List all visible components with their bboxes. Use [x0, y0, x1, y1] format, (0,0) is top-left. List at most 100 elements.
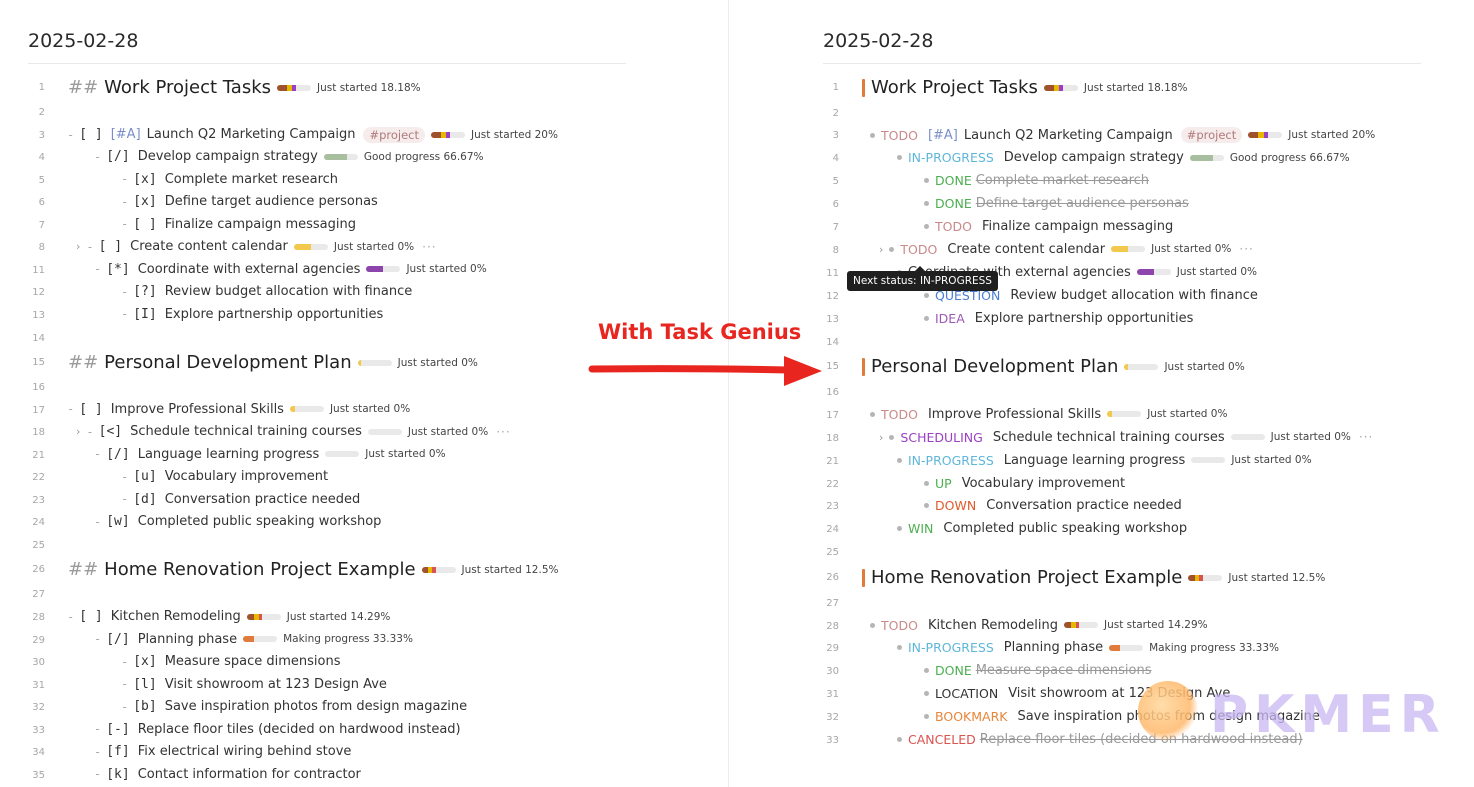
line-number: 31 — [826, 689, 839, 701]
task-checkbox[interactable]: [<] — [99, 424, 122, 439]
task-status-marker[interactable]: IN-PROGRESS — [908, 150, 994, 165]
task-checkbox[interactable]: [k] — [106, 767, 129, 782]
chevron-right-icon[interactable]: › — [879, 431, 883, 444]
task-checkbox[interactable]: [f] — [106, 744, 129, 759]
task-status-marker[interactable]: DOWN — [935, 498, 976, 513]
task-checkbox[interactable]: [-] — [106, 722, 129, 737]
task-status-marker[interactable]: TODO — [900, 242, 937, 257]
task-status-marker[interactable]: BOOKMARK — [935, 709, 1007, 724]
task-row[interactable]: DONE Complete market research — [924, 173, 1149, 188]
task-checkbox[interactable]: [ ] — [133, 217, 156, 232]
task-checkbox[interactable]: [d] — [133, 492, 156, 507]
title-divider — [28, 63, 626, 64]
task-checkbox[interactable]: [u] — [133, 469, 156, 484]
task-row[interactable]: - [x] Complete market research — [121, 172, 338, 187]
task-row[interactable]: WIN Completed public speaking workshop — [897, 521, 1187, 536]
task-row[interactable]: › - [<] Schedule technical training courses… — [76, 424, 511, 439]
task-checkbox[interactable]: [x] — [133, 654, 156, 669]
task-checkbox[interactable]: [l] — [133, 677, 156, 692]
task-row[interactable]: - [I] Explore partnership opportunities — [121, 307, 383, 322]
task-text: Conversation practice needed — [986, 498, 1182, 514]
task-row[interactable]: -[ ] Kitchen Remodeling Just started 14.29… — [67, 609, 390, 624]
task-row[interactable]: - [/] Planning phase Making progress 33.33% — [94, 632, 413, 647]
task-status-marker[interactable]: TODO — [881, 618, 918, 633]
task-row[interactable]: - [x] Define target audience personas — [121, 194, 378, 209]
task-checkbox[interactable]: [/] — [106, 447, 129, 462]
task-checkbox[interactable]: [?] — [133, 284, 156, 299]
task-status-marker[interactable]: DONE — [935, 663, 972, 678]
task-row[interactable]: - [-] Replace floor tiles (decided on hard… — [94, 722, 461, 737]
task-checkbox[interactable]: [b] — [133, 699, 156, 714]
task-checkbox[interactable]: [w] — [106, 514, 129, 529]
task-row[interactable]: IN-PROGRESS Language learning progress Jus… — [897, 453, 1312, 468]
task-row[interactable]: -[ ] [#A] Launch Q2 Marketing Campaign #pro… — [67, 126, 558, 143]
more-options-icon[interactable]: ··· — [1359, 430, 1373, 444]
task-status-marker[interactable]: SCHEDULING — [900, 430, 982, 445]
tag-pill[interactable]: #project — [1180, 127, 1243, 144]
task-row[interactable]: TODO [#A] Launch Q2 Marketing Campaign #pro… — [870, 127, 1375, 144]
task-checkbox[interactable]: [ ] — [79, 127, 102, 142]
chevron-right-icon[interactable]: › — [76, 240, 80, 253]
task-row[interactable]: › -[ ] Create content calendar Just started… — [76, 239, 437, 254]
task-status-marker[interactable]: TODO — [935, 219, 972, 234]
task-row[interactable]: - [w] Completed public speaking workshop — [94, 514, 381, 529]
task-status-marker[interactable]: TODO — [881, 128, 918, 143]
task-row[interactable]: - [*] Coordinate with external agencies Jus… — [94, 262, 487, 277]
task-row[interactable]: IDEA Explore partnership opportunities — [924, 311, 1193, 326]
task-row[interactable]: -[ ] Improve Professional Skills Just star… — [67, 402, 410, 417]
task-status-marker[interactable]: LOCATION — [935, 686, 998, 701]
task-row[interactable]: DOWN Conversation practice needed — [924, 498, 1182, 513]
task-row[interactable]: - [?] Review budget allocation with financ… — [121, 284, 412, 299]
task-status-marker[interactable]: IN-PROGRESS — [908, 453, 994, 468]
task-row[interactable]: - [l] Visit showroom at 123 Design Ave — [121, 677, 387, 692]
task-row[interactable]: TODO Kitchen Remodeling Just started 14.29… — [870, 618, 1208, 633]
task-status-marker[interactable]: UP — [935, 476, 952, 491]
task-checkbox[interactable]: [I] — [133, 307, 156, 322]
task-status-marker[interactable]: IN-PROGRESS — [908, 640, 994, 655]
line-number: 16 — [32, 382, 45, 394]
tag-pill[interactable]: #project — [363, 126, 426, 143]
task-row[interactable]: IN-PROGRESS Develop campaign strategy Good… — [897, 150, 1350, 165]
task-row[interactable]: › SCHEDULING Schedule technical training c… — [879, 430, 1373, 445]
task-row[interactable]: - [k] Contact information for contractor — [94, 767, 361, 782]
task-text: Kitchen Remodeling — [927, 617, 1058, 633]
more-options-icon[interactable]: ··· — [496, 425, 510, 439]
task-status-marker[interactable]: CANCELED — [908, 732, 976, 747]
task-row[interactable]: - [/] Language learning progress Just start… — [94, 447, 446, 462]
editor-pane-plain[interactable]: 2025-02-28 1 ## Work Project Tasks Just sta… — [0, 0, 728, 787]
task-checkbox[interactable]: [/] — [106, 149, 129, 164]
task-row[interactable]: - [u] Vocabulary improvement — [121, 469, 328, 484]
task-row[interactable]: DONE Define target audience personas — [924, 196, 1189, 211]
task-row[interactable]: - [/] Develop campaign strategy Good progre… — [94, 149, 484, 164]
task-status-marker[interactable]: IDEA — [935, 311, 965, 326]
editor-pane-task-genius[interactable]: 2025-02-28 1 Work Project Tasks Just start… — [729, 0, 1474, 787]
chevron-right-icon[interactable]: › — [76, 425, 80, 438]
task-row[interactable]: - [f] Fix electrical wiring behind stove — [94, 744, 351, 759]
task-checkbox[interactable]: [x] — [133, 194, 156, 209]
task-checkbox[interactable]: [ ] — [79, 402, 102, 417]
task-row[interactable]: DONE Measure space dimensions — [924, 663, 1152, 678]
line-number: 22 — [32, 472, 45, 484]
task-row[interactable]: › TODO Create content calendar Just started… — [879, 242, 1254, 257]
task-status-marker[interactable]: DONE — [935, 196, 972, 211]
more-options-icon[interactable]: ··· — [1239, 242, 1253, 256]
task-checkbox[interactable]: [/] — [106, 632, 129, 647]
task-row[interactable]: IN-PROGRESS Planning phase Making progress… — [897, 640, 1279, 655]
progress-segment — [243, 636, 255, 643]
more-options-icon[interactable]: ··· — [422, 240, 436, 254]
task-row[interactable]: - [x] Measure space dimensions — [121, 654, 341, 669]
task-checkbox[interactable]: [x] — [133, 172, 156, 187]
task-row[interactable]: TODO Finalize campaign messaging — [924, 219, 1173, 234]
task-row[interactable]: -[ ] Finalize campaign messaging — [121, 217, 356, 232]
task-row[interactable]: - [b] Save inspiration photos from design … — [121, 699, 467, 714]
task-status-marker[interactable]: DONE — [935, 173, 972, 188]
task-row[interactable]: - [d] Conversation practice needed — [121, 492, 360, 507]
task-row[interactable]: UP Vocabulary improvement — [924, 476, 1125, 491]
chevron-right-icon[interactable]: › — [879, 243, 883, 256]
task-status-marker[interactable]: TODO — [881, 407, 918, 422]
task-status-marker[interactable]: WIN — [908, 521, 933, 536]
task-checkbox[interactable]: [ ] — [99, 239, 122, 254]
task-checkbox[interactable]: [*] — [106, 262, 129, 277]
task-row[interactable]: TODO Improve Professional Skills Just star… — [870, 407, 1227, 422]
task-checkbox[interactable]: [ ] — [79, 609, 102, 624]
